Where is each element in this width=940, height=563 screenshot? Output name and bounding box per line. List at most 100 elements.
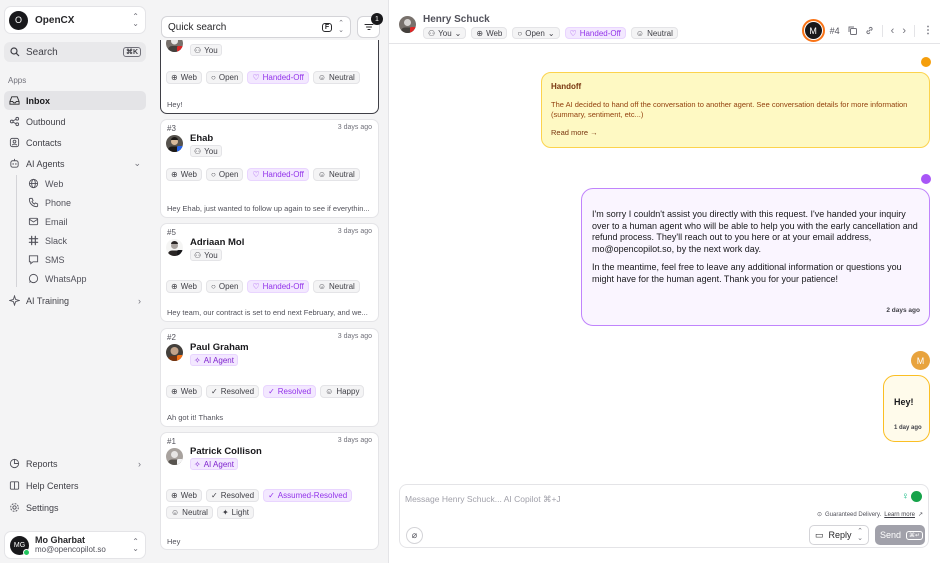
tag-status: ○ Open (206, 71, 244, 84)
whatsapp-icon (28, 273, 39, 284)
quick-search-input[interactable]: Quick search F ⌃ ⌄ (161, 16, 351, 38)
search-icon (10, 47, 20, 57)
chevron-down-icon: ⌄ (547, 28, 555, 38)
send-button[interactable]: Send ⌘↵ (875, 525, 925, 545)
more-vertical-icon[interactable]: ⋮ (923, 25, 933, 36)
tag-channel: ⊕ Web (166, 71, 203, 84)
sidebar-item-label: Outbound (26, 116, 66, 127)
tag-label: Neutral (329, 282, 355, 291)
tag-handoff: ♡ Handed-Off (247, 168, 309, 181)
handoff-pill: ♡ Handed-Off (564, 27, 626, 39)
message-time: 2 days ago (886, 307, 920, 314)
message-preview: Hey! (167, 100, 183, 109)
workspace-avatar: O (9, 10, 28, 30)
sidebar-item-whatsapp[interactable]: WhatsApp (23, 270, 146, 287)
assignee-chip: ⚇ You (190, 44, 222, 56)
divider (881, 24, 883, 37)
search-label: Search (26, 46, 58, 58)
check-circle-icon: ✓ (211, 387, 218, 396)
attach-button[interactable]: ⌀ (406, 527, 423, 544)
sidebar-item-web[interactable]: Web (23, 175, 146, 192)
tag-status: ✓ Resolved (206, 489, 260, 502)
read-more-link[interactable]: Read more → (551, 128, 920, 137)
copy-icon[interactable] (848, 26, 857, 35)
circle-icon: ○ (211, 73, 216, 82)
sidebar-item-reports[interactable]: Reports › (4, 454, 146, 473)
grammarly-icon[interactable] (911, 491, 922, 502)
sidebar-item-phone[interactable]: Phone (23, 194, 146, 211)
person-icon: ⚇ (428, 28, 436, 38)
agent-message-paragraph: I'm sorry I couldn't assist you directly… (592, 209, 918, 254)
user-menu[interactable]: MG Mo Gharbat mo@opencopilot.so ⌃ ⌄ (4, 531, 146, 559)
chevron-left-icon[interactable]: ‹ (891, 25, 895, 37)
assignee-dropdown[interactable]: ⚇ You ⌄ (423, 27, 467, 39)
conversation-header: Henry Schuck ⚇ You ⌄ ⊕ Web ○ Open ⌄ ♡ Handed-O… (389, 0, 940, 44)
sidebar-item-label: WhatsApp (45, 273, 87, 284)
contact-name: Adriaan Mol (190, 237, 245, 248)
conversation-card[interactable]: #1 3 days ago Patrick Collison ✧ AI Agent… (160, 432, 379, 550)
help-centers-icon (9, 481, 20, 490)
assignee-chip: ✧ AI Agent (190, 458, 238, 470)
sidebar-item-ai-training[interactable]: AI Training › (4, 291, 146, 310)
filter-button[interactable]: 1 (357, 13, 383, 38)
handoff-body: The AI decided to hand off the conversat… (551, 100, 908, 119)
sidebar-item-label: Slack (45, 235, 68, 246)
sms-icon (28, 255, 39, 265)
chevron-updown-icon: ⌃ ⌄ (338, 20, 344, 34)
avatar (166, 448, 183, 465)
sidebar-item-ai-agents[interactable]: AI Agents ⌄ (4, 154, 146, 173)
conversation-card[interactable]: #5 3 days ago Adriaan Mol ⚇ You ⊕ Web ○ Ope… (160, 223, 379, 322)
circle-icon: ○ (517, 28, 523, 38)
chevron-updown-icon: ⌃ ⌄ (132, 12, 139, 28)
system-avatar-dot (921, 57, 931, 67)
globe-icon: ⊕ (171, 170, 178, 179)
tag-handoff: ♡ Handed-Off (247, 71, 309, 84)
tag-status: ○ Open (206, 280, 244, 293)
filter-icon (363, 23, 374, 31)
link-icon[interactable] (865, 26, 874, 35)
globe-icon: ⊕ (171, 282, 178, 291)
sidebar-item-outbound[interactable]: Outbound (4, 112, 146, 131)
tags: ⊕ Web ○ Open ♡ Handed-Off ☺ Neutral (166, 280, 376, 293)
tag-handoff: ♡ Handed-Off (247, 280, 309, 293)
divider (914, 24, 915, 37)
sidebar-item-settings[interactable]: Settings (4, 498, 146, 517)
agent-avatar[interactable]: M (801, 19, 825, 42)
sidebar-item-label: SMS (45, 254, 65, 265)
chevron-right-icon: › (138, 458, 141, 469)
sidebar-item-inbox[interactable]: Inbox (4, 91, 146, 110)
status-dropdown[interactable]: ○ Open ⌄ (512, 27, 560, 39)
sidebar-item-help-centers[interactable]: Help Centers (4, 476, 146, 495)
contact-name: Paul Graham (190, 342, 249, 353)
sidebar-item-label: Phone (45, 197, 72, 208)
sidebar-item-label: Settings (26, 502, 59, 513)
conversation-card[interactable]: #2 3 days ago Paul Graham ✧ AI Agent ⊕ Web… (160, 328, 379, 427)
sidebar-item-slack[interactable]: Slack (23, 232, 146, 249)
user-name: Mo Gharbat (35, 535, 86, 545)
conversation-card[interactable]: #3 3 days ago Ehab ⚇ You ⊕ Web ○ Open ♡ Hand… (160, 119, 379, 218)
tag-label: Web (180, 491, 198, 500)
assignee-label: AI Agent (203, 355, 234, 365)
assignee-chip: ⚇ You (190, 249, 222, 261)
learn-more-link[interactable]: Learn more (884, 512, 915, 518)
conversation-card[interactable]: ⚇ You ⊕ Web ○ Open ♡ Handed-Off ☺ Neutral Hey… (160, 40, 379, 114)
sentiment-label: Neutral (647, 28, 673, 38)
reply-label: Reply (828, 530, 852, 540)
check-circle-icon: ✓ (268, 387, 275, 396)
workspace-switcher[interactable]: O OpenCX ⌃ ⌄ (4, 6, 146, 34)
chevron-right-icon[interactable]: › (902, 25, 906, 37)
lightbulb-icon[interactable]: ♀ (902, 491, 910, 502)
reply-mode-dropdown[interactable]: ▭ Reply ⌃ ⌄ (809, 525, 869, 545)
search-button[interactable]: Search ⌘K (4, 42, 146, 62)
conversation-id: #2 (167, 333, 176, 342)
sidebar-item-label: Help Centers (26, 480, 79, 491)
tag-label: Resolved (220, 387, 255, 396)
message-input[interactable]: Message Henry Schuck... AI Copilot ⌘+J (405, 494, 561, 505)
heart-handshake-icon: ♡ (252, 170, 260, 179)
sidebar-item-email[interactable]: Email (23, 213, 146, 230)
conversation-id: #5 (167, 228, 176, 237)
conversation-time: 3 days ago (337, 228, 372, 235)
sidebar-item-sms[interactable]: SMS (23, 251, 146, 268)
sidebar-item-label: Email (45, 216, 68, 227)
sidebar-item-contacts[interactable]: Contacts (4, 133, 146, 152)
